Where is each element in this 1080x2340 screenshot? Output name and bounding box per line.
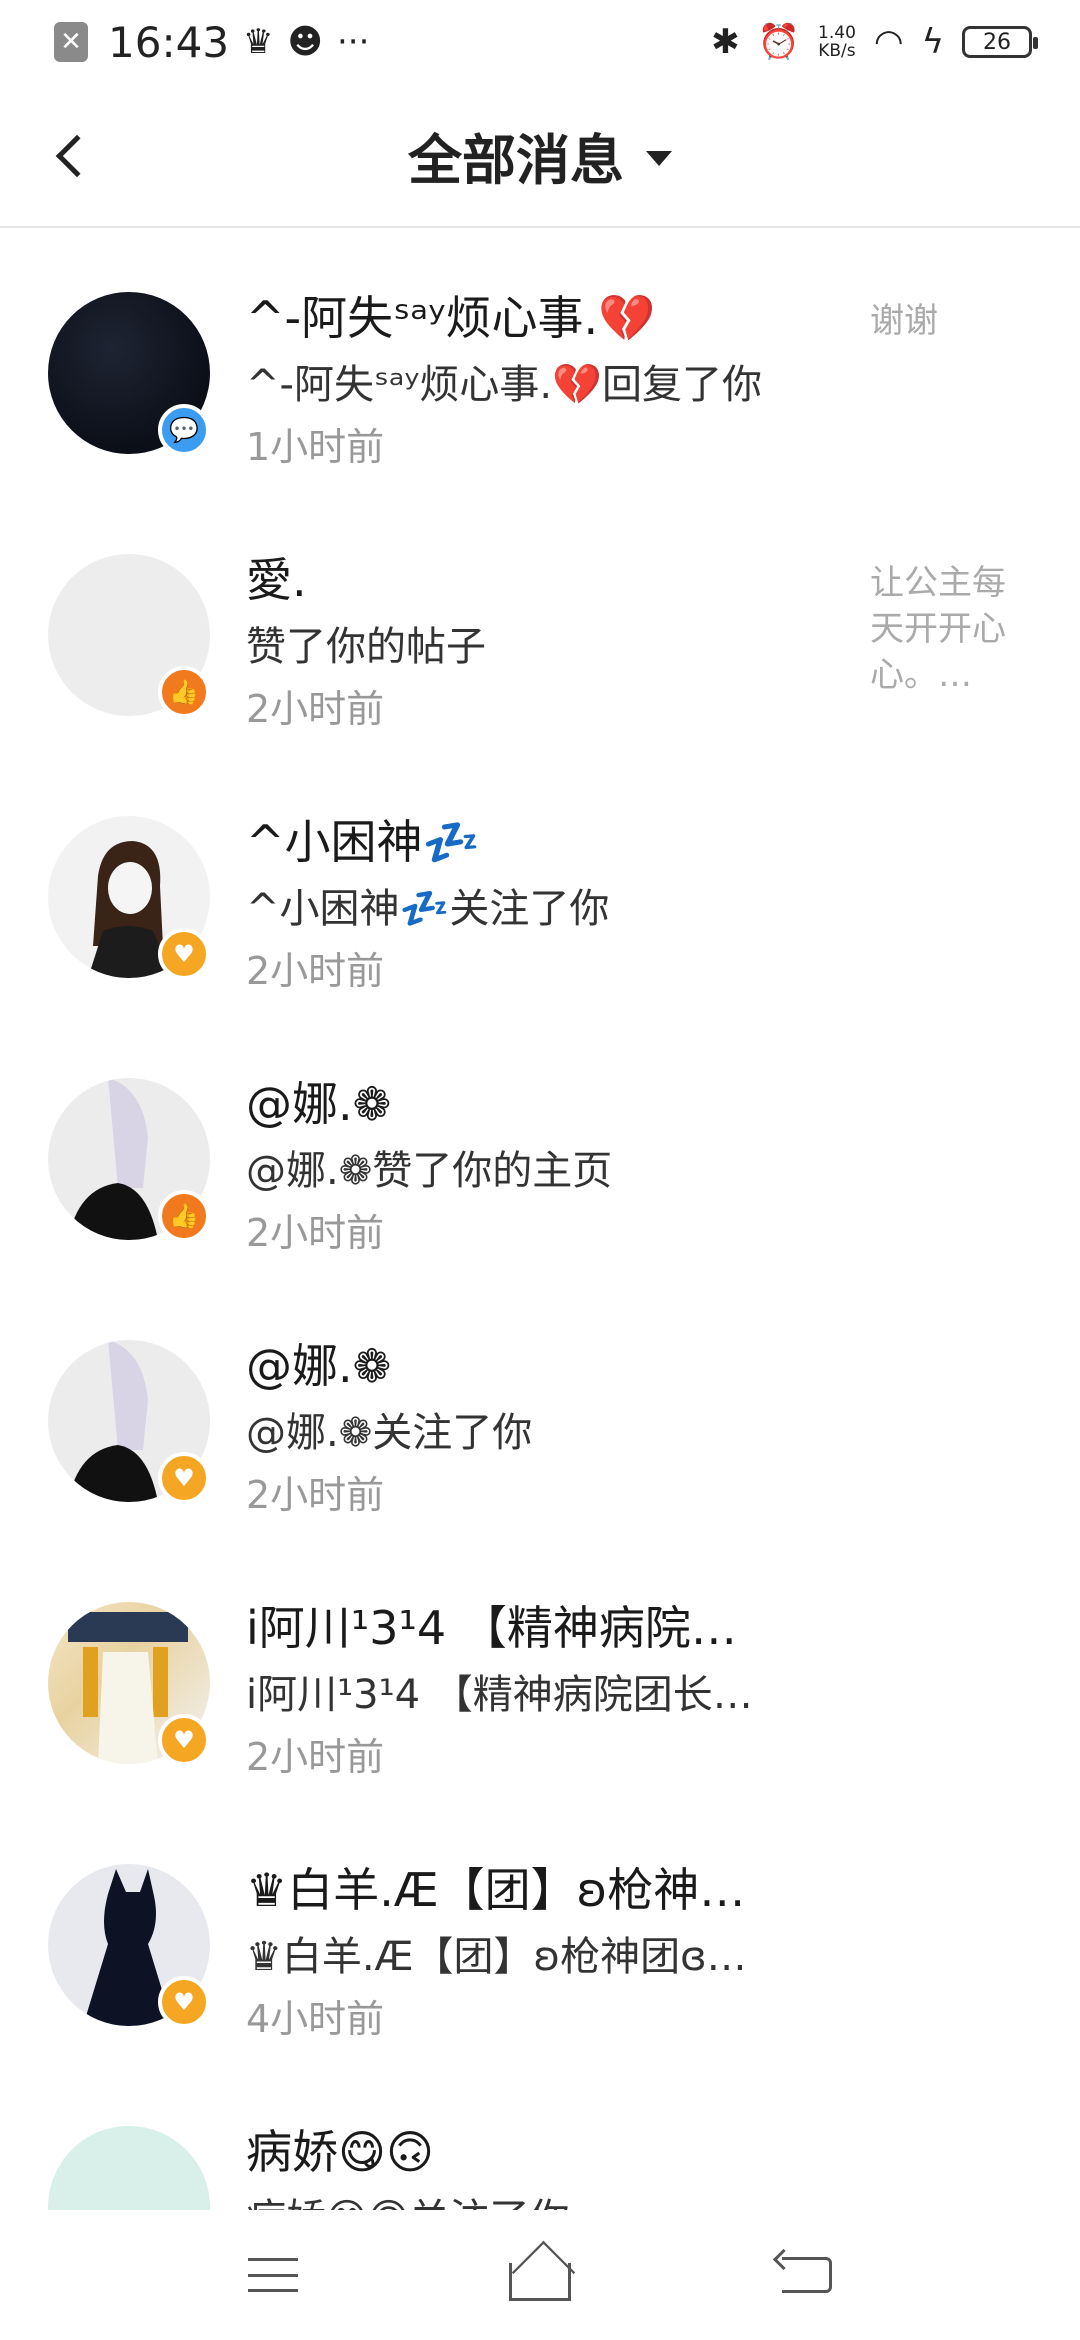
network-speed-unit: KB/s — [818, 41, 856, 61]
message-item[interactable]: ♥ i阿川¹3¹4 【精神病院… i阿川¹3¹4 【精神病院团长… 2小时前 — [0, 1540, 1080, 1802]
message-action: 病娇😋🙃关注了你 — [246, 2186, 826, 2210]
follow-badge-icon: ♥ — [158, 1452, 210, 1504]
alarm-icon: ⏰ — [757, 22, 801, 62]
message-time: 2小时前 — [246, 687, 385, 731]
avatar[interactable] — [48, 2126, 210, 2210]
follow-badge-icon: ♥ — [158, 1976, 210, 2028]
message-item[interactable]: 病娇😋🙃 病娇😋🙃关注了你 — [0, 2064, 1080, 2210]
message-action: @娜.❁关注了你 — [246, 1410, 533, 1456]
message-time: 2小时前 — [246, 1473, 385, 1517]
dropdown-caret-icon — [646, 150, 672, 166]
system-back-button[interactable] — [767, 2245, 847, 2305]
message-list[interactable]: 💬 ^-阿失ˢᵃʸ烦心事.💔 ^-阿失ˢᵃʸ烦心事.💔回复了你 1小时前 谢谢 … — [0, 230, 1080, 2210]
message-preview[interactable]: 谢谢 — [870, 298, 1030, 344]
message-preview[interactable]: 让公主每天开开心心。… — [870, 560, 1030, 698]
bluetooth-icon: ✱ — [711, 22, 740, 62]
message-time: 2小时前 — [246, 1211, 385, 1255]
notification-close-icon: ✕ — [54, 22, 88, 62]
system-nav-bar — [0, 2210, 1080, 2340]
charging-icon: ϟ — [921, 22, 944, 62]
message-time: 2小时前 — [246, 1735, 385, 1779]
battery-level: 26 — [983, 29, 1011, 55]
follow-badge-icon: ♥ — [158, 1714, 210, 1766]
message-action: i阿川¹3¹4 【精神病院团长… — [246, 1672, 753, 1718]
page-title: 全部消息 — [408, 128, 624, 192]
message-time: 4小时前 — [246, 1997, 385, 2041]
like-badge-icon: 👍 — [158, 666, 210, 718]
message-item[interactable]: 💬 ^-阿失ˢᵃʸ烦心事.💔 ^-阿失ˢᵃʸ烦心事.💔回复了你 1小时前 谢谢 — [0, 230, 1080, 492]
crown-icon: ♛ — [243, 22, 274, 62]
message-action: ^-阿失ˢᵃʸ烦心事.💔回复了你 — [246, 362, 762, 408]
sender-name[interactable]: ^小困神💤 — [246, 806, 826, 872]
message-time: 1小时前 — [246, 425, 385, 469]
message-item[interactable]: 👍 愛. 赞了你的帖子 2小时前 让公主每天开开心心。… — [0, 492, 1080, 754]
back-arrow-icon — [55, 134, 99, 178]
sender-name[interactable]: 病娇😋🙃 — [246, 2116, 826, 2182]
wifi-icon: ◠ — [873, 22, 904, 62]
app-header: 全部消息 — [0, 84, 1080, 228]
network-speed-value: 1.40 — [818, 23, 856, 43]
reply-badge-icon: 💬 — [158, 404, 210, 456]
sender-name[interactable]: ^-阿失ˢᵃʸ烦心事.💔 — [246, 282, 826, 348]
back-button[interactable] — [40, 120, 100, 192]
message-action: @娜.❁赞了你的主页 — [246, 1148, 613, 1194]
like-badge-icon: 👍 — [158, 1190, 210, 1242]
cat-icon: ☻ — [287, 22, 323, 62]
message-item[interactable]: ♥ ♛白羊.Æ【团】ʚ枪神… ♛白羊.Æ【团】ʚ枪神团ɞ… 4小时前 — [0, 1802, 1080, 2064]
follow-badge-icon: ♥ — [158, 928, 210, 980]
sender-name[interactable]: @娜.❁ — [246, 1068, 826, 1134]
sender-name[interactable]: @娜.❁ — [246, 1330, 826, 1396]
message-item[interactable]: ♥ ^小困神💤 ^小困神💤关注了你 2小时前 — [0, 754, 1080, 1016]
status-left: ✕ 16:43 ♛ ☻ ··· — [54, 18, 369, 67]
home-button[interactable] — [500, 2245, 580, 2305]
message-action: 赞了你的帖子 — [246, 624, 486, 670]
recent-apps-button[interactable] — [233, 2245, 313, 2305]
message-item[interactable]: 👍 @娜.❁ @娜.❁赞了你的主页 2小时前 — [0, 1016, 1080, 1278]
message-filter-dropdown[interactable]: 全部消息 — [408, 116, 672, 195]
network-speed: 1.40 KB/s — [818, 24, 856, 60]
home-icon — [508, 2263, 571, 2301]
battery-icon: 26 — [962, 26, 1038, 58]
message-item[interactable]: ♥ @娜.❁ @娜.❁关注了你 2小时前 — [0, 1278, 1080, 1540]
sender-name[interactable]: i阿川¹3¹4 【精神病院… — [246, 1592, 826, 1658]
sender-name[interactable]: 愛. — [246, 544, 826, 610]
return-icon — [781, 2257, 832, 2293]
message-action: ♛白羊.Æ【团】ʚ枪神团ɞ… — [246, 1934, 747, 1980]
menu-icon — [248, 2258, 299, 2292]
message-time: 2小时前 — [246, 949, 385, 993]
status-bar: ✕ 16:43 ♛ ☻ ··· ✱ ⏰ 1.40 KB/s ◠ ϟ 26 — [0, 0, 1080, 84]
sender-name[interactable]: ♛白羊.Æ【团】ʚ枪神… — [246, 1854, 826, 1920]
message-action: ^小困神💤关注了你 — [246, 886, 610, 932]
more-notifications-icon: ··· — [336, 22, 370, 62]
status-time: 16:43 — [108, 17, 230, 67]
status-right: ✱ ⏰ 1.40 KB/s ◠ ϟ 26 — [711, 22, 1038, 62]
